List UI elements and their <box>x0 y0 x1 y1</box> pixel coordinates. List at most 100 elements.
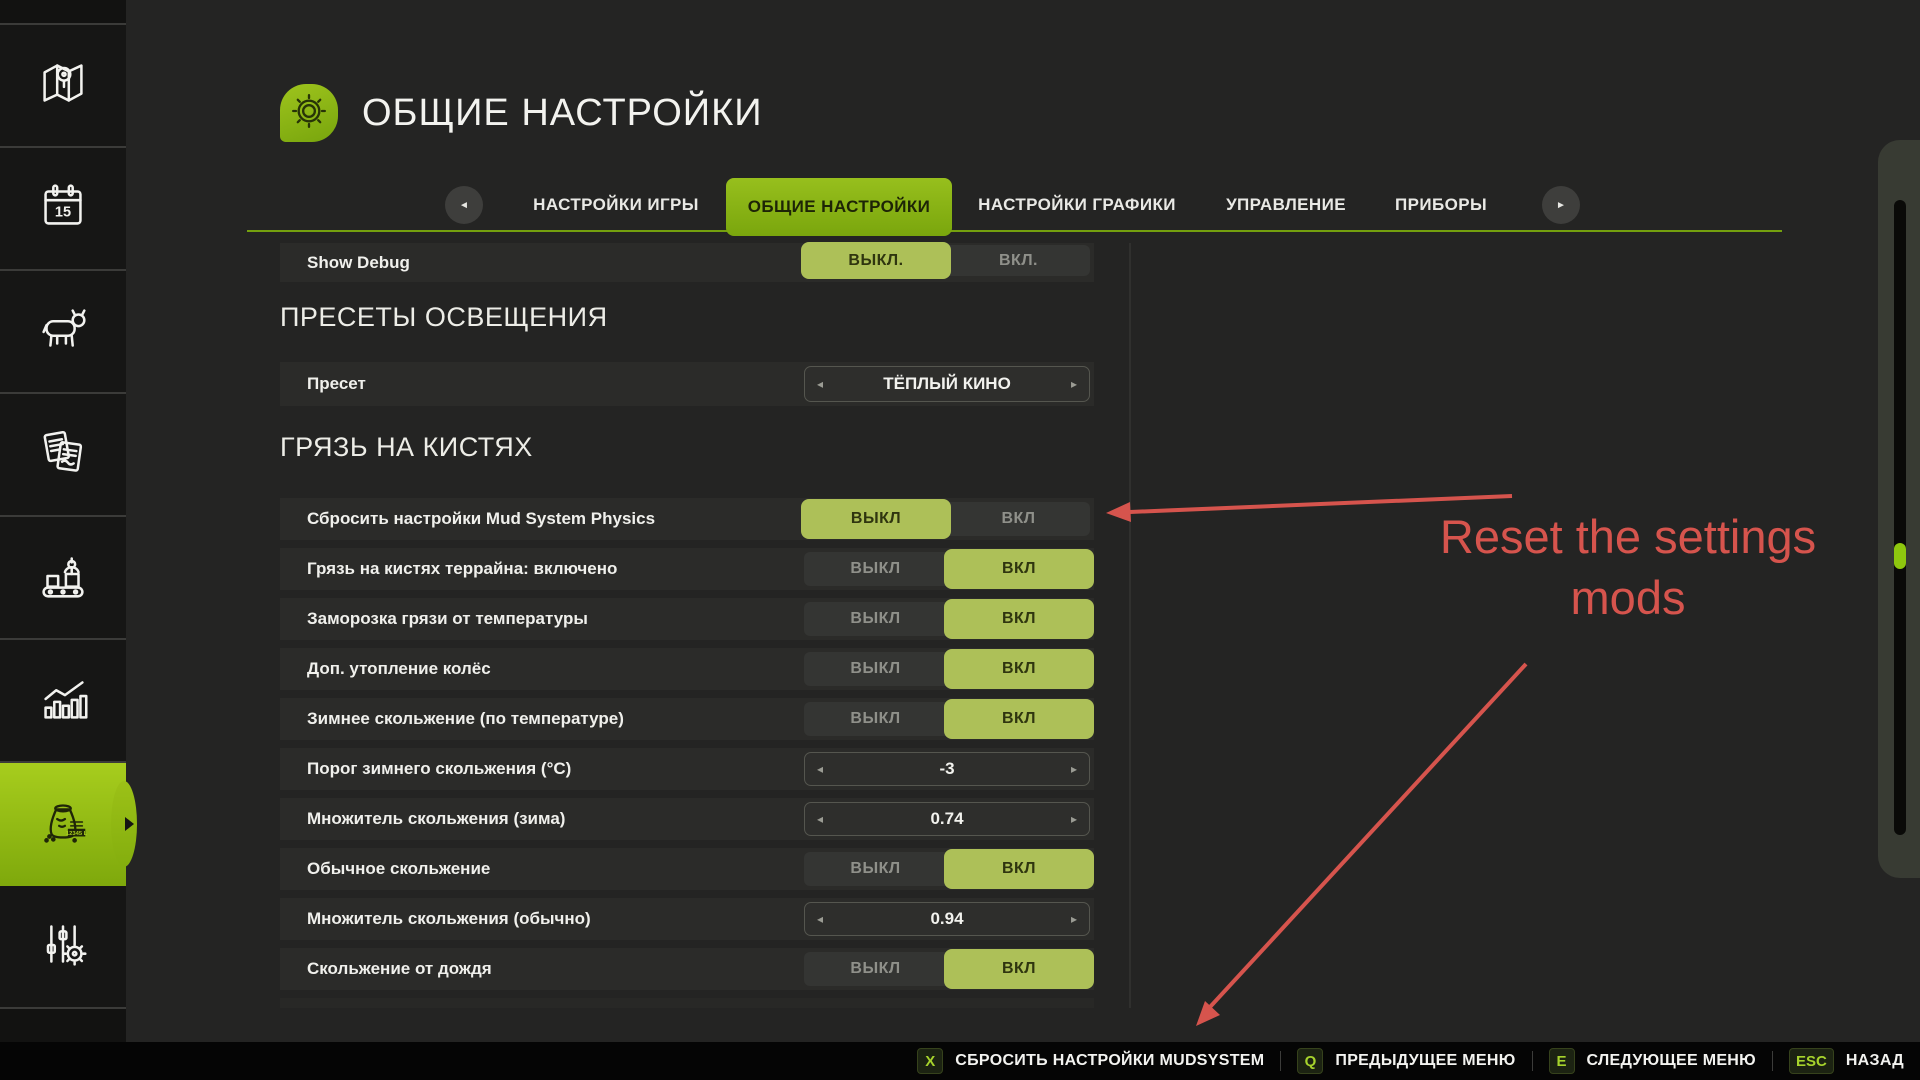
scrollbar-thumb[interactable] <box>1894 543 1906 569</box>
tab-game-settings[interactable]: НАСТРОЙКИ ИГРЫ <box>536 178 696 232</box>
setting-row-winter-slip-threshold: Порог зимнего скольжения (°C) ◂ -3 ▸ <box>280 748 1094 790</box>
svg-text:15: 15 <box>55 205 71 221</box>
scrollbar-track[interactable] <box>1894 200 1906 835</box>
toggle-on-button[interactable]: ВКЛ <box>947 502 1090 536</box>
setting-row-terrain-mud: Грязь на кистях террайна: включено ВЫКЛ … <box>280 548 1094 590</box>
setting-row-reset-mud-physics: Сбросить настройки Mud System Physics ВЫ… <box>280 498 1094 540</box>
selector-right-arrow-icon[interactable]: ▸ <box>1061 367 1087 401</box>
keybind-previous-menu[interactable]: Q ПРЕДЫДУЩЕЕ МЕНЮ <box>1297 1048 1515 1074</box>
setting-row-slip-multiplier-winter: Множитель скольжения (зима) ◂ 0.74 ▸ <box>280 798 1094 840</box>
setting-row-show-debug: Show Debug ВЫКЛ. ВКЛ. <box>280 243 1094 282</box>
setting-row-winter-slip: Зимнее скольжение (по температуре) ВЫКЛ … <box>280 698 1094 740</box>
toggle-off-button[interactable]: ВЫКЛ <box>801 499 951 539</box>
sidebar-item-calendar[interactable]: 15 <box>0 148 126 271</box>
selector-left-arrow-icon[interactable]: ◂ <box>807 753 833 785</box>
bottom-keybind-bar: X СБРОСИТЬ НАСТРОЙКИ MUDSYSTEM Q ПРЕДЫДУ… <box>0 1042 1920 1080</box>
animals-icon <box>32 298 94 365</box>
setting-row-normal-slip: Обычное скольжение ВЫКЛ ВКЛ <box>280 848 1094 890</box>
sidebar-item-map[interactable] <box>0 25 126 148</box>
contracts-icon <box>32 421 94 488</box>
content-divider <box>1129 243 1131 1008</box>
selector-slip-multiplier-winter: ◂ 0.74 ▸ <box>804 802 1090 836</box>
toggle-reset-mud-physics: ВЫКЛ ВКЛ <box>804 502 1090 536</box>
key-x-badge: X <box>917 1048 943 1074</box>
keybind-separator <box>1280 1051 1281 1071</box>
key-e-badge: E <box>1549 1048 1575 1074</box>
setting-row-rain-slip: Скольжение от дождя ВЫКЛ ВКЛ <box>280 948 1094 990</box>
tab-graphics-settings[interactable]: НАСТРОЙКИ ГРАФИКИ <box>977 178 1177 232</box>
sidebar-item-production[interactable] <box>0 517 126 640</box>
selector-value: -3 <box>939 759 954 779</box>
toggle-mud-freeze: ВЫКЛ ВКЛ <box>804 602 1090 636</box>
sidebar-spacer <box>0 0 126 25</box>
sidebar: 15 <box>0 0 126 1080</box>
toggle-off-button[interactable]: ВЫКЛ <box>804 852 947 886</box>
statistics-icon <box>32 667 94 734</box>
setting-row-slip-multiplier-normal: Множитель скольжения (обычно) ◂ 0.94 ▸ <box>280 898 1094 940</box>
toggle-show-debug: ВЫКЛ. ВКЛ. <box>804 245 1090 276</box>
selector-left-arrow-icon[interactable]: ◂ <box>807 903 833 935</box>
sidebar-item-prices[interactable]: 12345 L <box>0 763 126 886</box>
chevron-left-icon: ◄ <box>459 200 469 211</box>
key-esc-badge: ESC <box>1789 1048 1834 1074</box>
tab-underline <box>247 230 1782 232</box>
toggle-on-button[interactable]: ВКЛ <box>944 699 1094 739</box>
clipped-next-row <box>280 998 1094 1008</box>
toggle-on-button[interactable]: ВКЛ <box>944 849 1094 889</box>
map-icon <box>32 52 94 119</box>
selector-value: 0.74 <box>930 809 963 829</box>
toggle-normal-slip: ВЫКЛ ВКЛ <box>804 852 1090 886</box>
tabs-next-button[interactable]: ► <box>1542 186 1580 224</box>
settings-badge <box>280 84 338 142</box>
toggle-winter-slip: ВЫКЛ ВКЛ <box>804 702 1090 736</box>
key-q-badge: Q <box>1297 1048 1323 1074</box>
selector-value: ТЁПЛЫЙ КИНО <box>883 374 1011 394</box>
prices-icon: 12345 L <box>32 790 94 857</box>
toggle-off-button[interactable]: ВЫКЛ <box>804 952 947 986</box>
selector-right-arrow-icon[interactable]: ▸ <box>1061 903 1087 935</box>
sidebar-item-tuning[interactable] <box>0 886 126 1009</box>
setting-row-preset: Пресет ◂ ТЁПЛЫЙ КИНО ▸ <box>280 362 1094 406</box>
toggle-on-button[interactable]: ВКЛ. <box>947 245 1090 276</box>
keybind-back[interactable]: ESC НАЗАД <box>1789 1048 1904 1074</box>
setting-row-mud-freeze: Заморозка грязи от температуры ВЫКЛ ВКЛ <box>280 598 1094 640</box>
selector-left-arrow-icon[interactable]: ◂ <box>807 803 833 835</box>
toggle-off-button[interactable]: ВЫКЛ <box>804 652 947 686</box>
keybind-reset-mudsystem[interactable]: X СБРОСИТЬ НАСТРОЙКИ MUDSYSTEM <box>917 1048 1264 1074</box>
page-title: ОБЩИЕ НАСТРОЙКИ <box>362 92 763 135</box>
tab-general-settings[interactable]: ОБЩИЕ НАСТРОЙКИ <box>726 178 952 236</box>
tab-controls[interactable]: УПРАВЛЕНИЕ <box>1216 178 1356 232</box>
setting-row-wheel-sinking: Доп. утопление колёс ВЫКЛ ВКЛ <box>280 648 1094 690</box>
toggle-on-button[interactable]: ВКЛ <box>944 649 1094 689</box>
sidebar-item-contracts[interactable] <box>0 394 126 517</box>
tuning-icon <box>32 913 94 980</box>
tabs-prev-button[interactable]: ◄ <box>445 186 483 224</box>
toggle-on-button[interactable]: ВКЛ <box>944 549 1094 589</box>
toggle-off-button[interactable]: ВЫКЛ <box>804 552 947 586</box>
sidebar-item-statistics[interactable] <box>0 640 126 763</box>
toggle-on-button[interactable]: ВКЛ <box>944 949 1094 989</box>
toggle-off-button[interactable]: ВЫКЛ. <box>801 242 951 279</box>
toggle-off-button[interactable]: ВЫКЛ <box>804 702 947 736</box>
section-mud-on-brushes: ГРЯЗЬ НА КИСТЯХ <box>280 432 533 463</box>
selector-slip-multiplier-normal: ◂ 0.94 ▸ <box>804 902 1090 936</box>
svg-text:12345 L: 12345 L <box>66 831 88 837</box>
calendar-icon: 15 <box>32 175 94 242</box>
keybind-next-menu[interactable]: E СЛЕДУЮЩЕЕ МЕНЮ <box>1549 1048 1756 1074</box>
gear-icon <box>287 89 331 138</box>
toggle-off-button[interactable]: ВЫКЛ <box>804 602 947 636</box>
chevron-right-icon: ► <box>1556 200 1566 211</box>
toggle-on-button[interactable]: ВКЛ <box>944 599 1094 639</box>
toggle-wheel-sinking: ВЫКЛ ВКЛ <box>804 652 1090 686</box>
selector-preset: ◂ ТЁПЛЫЙ КИНО ▸ <box>804 366 1090 402</box>
section-lighting-presets: ПРЕСЕТЫ ОСВЕЩЕНИЯ <box>280 302 608 333</box>
selector-left-arrow-icon[interactable]: ◂ <box>807 367 833 401</box>
selector-right-arrow-icon[interactable]: ▸ <box>1061 753 1087 785</box>
toggle-rain-slip: ВЫКЛ ВКЛ <box>804 952 1090 986</box>
selected-indicator-icon <box>125 817 134 831</box>
sidebar-item-animals[interactable] <box>0 271 126 394</box>
tab-devices[interactable]: ПРИБОРЫ <box>1386 178 1496 232</box>
annotation-text: Reset the settings mods <box>1402 506 1854 628</box>
toggle-terrain-mud: ВЫКЛ ВКЛ <box>804 552 1090 586</box>
selector-right-arrow-icon[interactable]: ▸ <box>1061 803 1087 835</box>
